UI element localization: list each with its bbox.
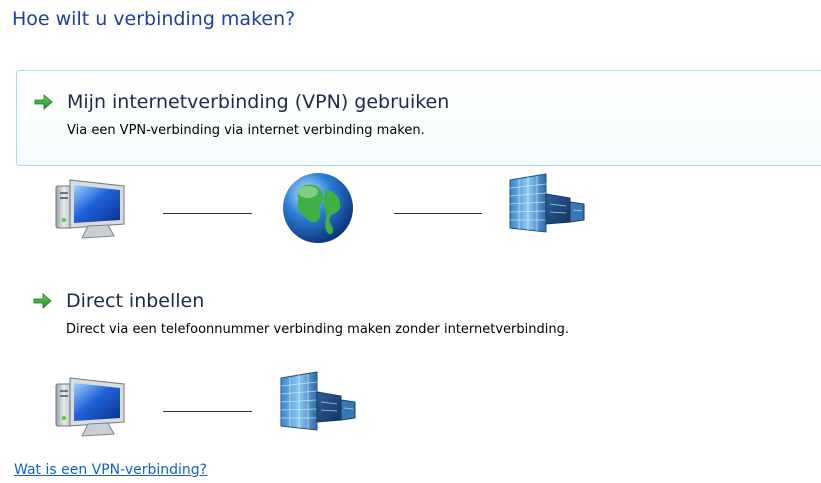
green-arrow-icon [33, 293, 52, 309]
connection-line [394, 213, 482, 214]
option-vpn-description: Via een VPN-verbinding via internet verb… [67, 123, 425, 138]
computer-icon [55, 377, 125, 437]
connection-line [163, 213, 252, 214]
option-vpn-title: Mijn internetverbinding (VPN) gebruiken [67, 91, 450, 113]
option-direct-dial[interactable]: Direct inbellen Direct via een telefoonn… [16, 276, 736, 356]
option-direct-dial-title: Direct inbellen [66, 290, 205, 312]
page-title: Hoe wilt u verbinding maken? [12, 8, 296, 30]
connection-line [163, 411, 252, 412]
option-vpn[interactable]: Mijn internetverbinding (VPN) gebruiken … [16, 70, 821, 166]
green-arrow-icon [34, 94, 53, 110]
help-link-vpn[interactable]: Wat is een VPN-verbinding? [14, 462, 207, 478]
option-direct-dial-description: Direct via een telefoonnummer verbinding… [66, 322, 569, 337]
office-building-icon [280, 371, 356, 431]
globe-icon [283, 173, 353, 243]
computer-icon [55, 179, 125, 239]
office-building-icon [509, 173, 585, 233]
